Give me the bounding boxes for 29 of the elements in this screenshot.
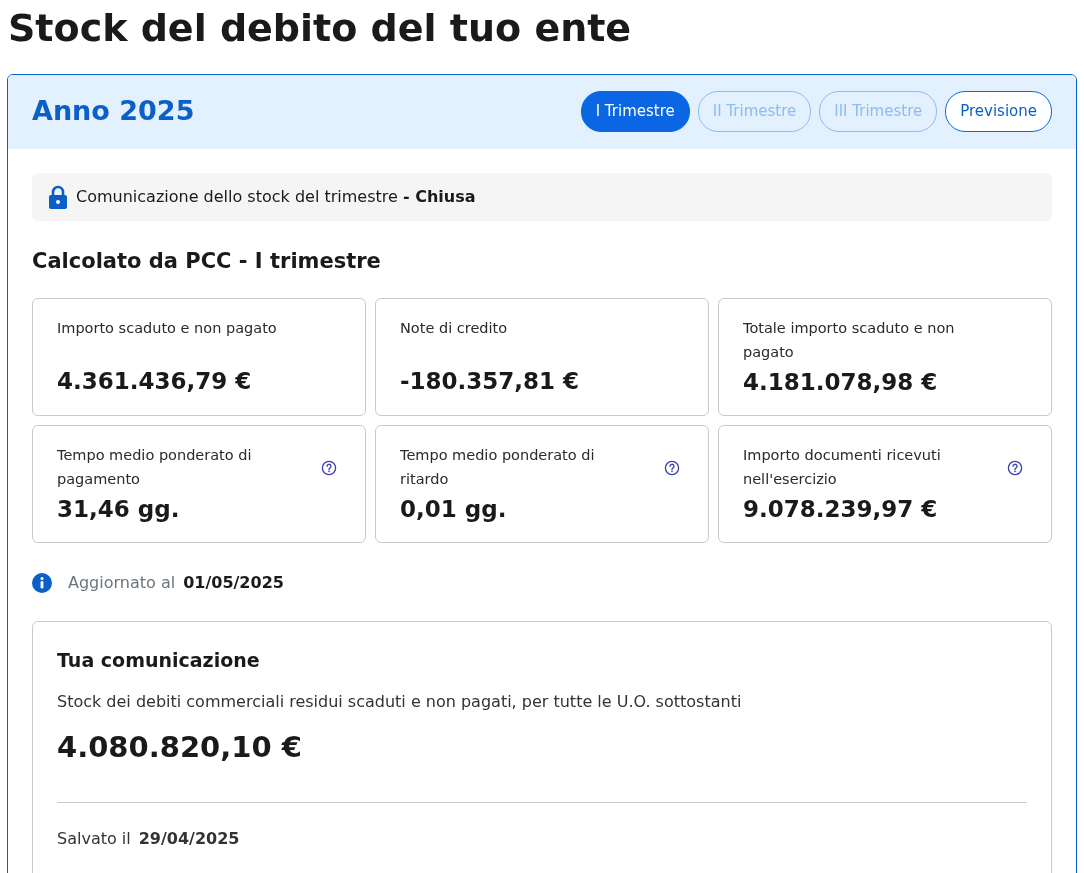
metric-value: 4.181.078,98 € <box>743 367 939 397</box>
section-title: Calcolato da PCC - I trimestre <box>32 248 382 274</box>
info-icon <box>32 572 52 593</box>
metric-label: Totale importo scaduto e non pagato <box>743 318 956 362</box>
metric-value: -180.357,81 € <box>400 367 581 397</box>
year-title: Anno 2025 <box>32 95 195 128</box>
metric-value: 0,01 gg. <box>400 494 508 524</box>
metric-value: 9.078.239,97 € <box>743 494 939 524</box>
help-icon[interactable] <box>1007 459 1023 476</box>
metric-value: 4.361.436,79 € <box>57 367 253 397</box>
saved-date: 29/04/2025 <box>138 827 240 850</box>
quarter-tab[interactable]: Previsione <box>945 91 1052 132</box>
help-icon[interactable] <box>664 459 680 476</box>
metric-label: Tempo medio ponderato di ritardo <box>400 445 596 489</box>
page-title: Stock del debito del tuo ente <box>8 6 633 52</box>
status-text: Comunicazione dello stock del trimestre - Chiusa <box>76 185 476 208</box>
quarter-tab[interactable]: I Trimestre <box>580 91 690 132</box>
metric-label: Importo scaduto e non pagato <box>57 318 277 338</box>
updated-date: 01/05/2025 <box>183 571 284 594</box>
communication-title: Tua comunicazione <box>57 647 261 673</box>
communication-description: Stock dei debiti commerciali residui scaduti e non pagati, per tutte le U.O. sottostanti <box>57 691 743 714</box>
help-icon[interactable] <box>321 459 337 476</box>
metric-value: 31,46 gg. <box>57 494 181 524</box>
metric-label: Importo documenti ricevuti nell'esercizio <box>743 445 942 489</box>
metric-label: Note di credito <box>400 318 508 338</box>
updated-label: Aggiornato al <box>68 571 176 594</box>
saved-label: Salvato il <box>57 827 131 850</box>
communication-amount: 4.080.820,10 € <box>57 729 303 767</box>
metric-label: Tempo medio ponderato di pagamento <box>57 445 253 489</box>
